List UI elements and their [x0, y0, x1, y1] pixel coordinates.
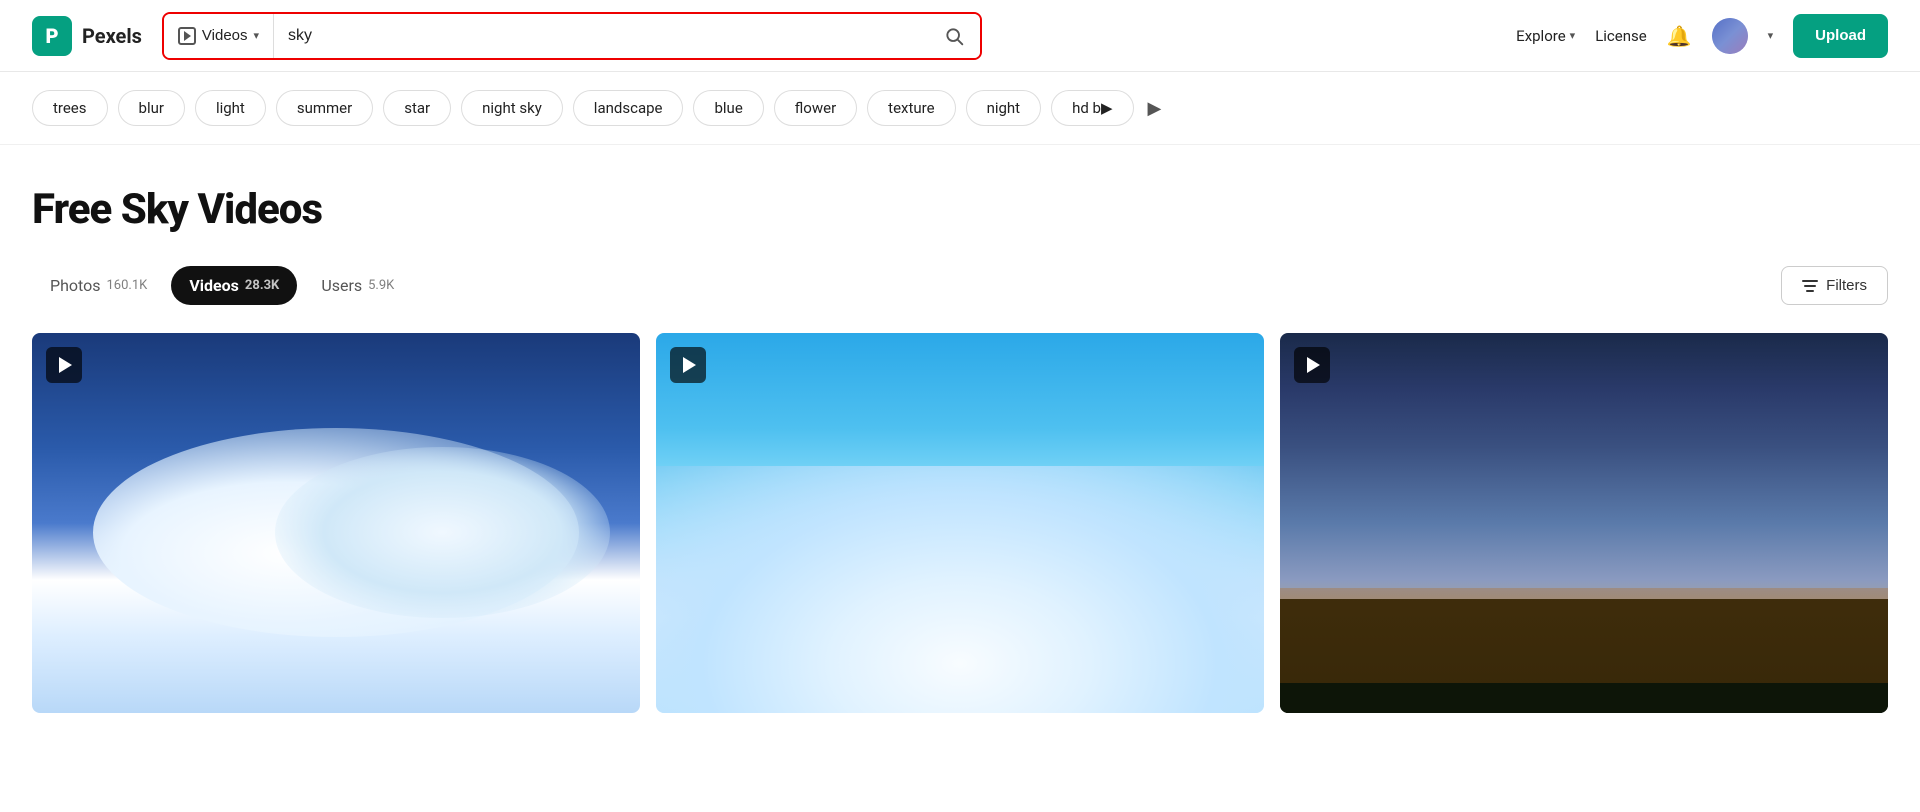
search-input[interactable]	[274, 27, 928, 45]
tab-photos[interactable]: Photos 160.1K	[32, 266, 165, 305]
tab-users-label: Users	[321, 276, 362, 295]
tab-videos[interactable]: Videos 28.3K	[171, 266, 297, 305]
tag-night-sky[interactable]: night sky	[461, 90, 563, 126]
tag-star[interactable]: star	[383, 90, 451, 126]
tag-texture[interactable]: texture	[867, 90, 955, 126]
search-type-label: Videos	[202, 27, 248, 44]
video-thumb-3	[1280, 333, 1888, 713]
tag-light[interactable]: light	[195, 90, 266, 126]
play-badge-2	[670, 347, 706, 383]
tag-blue[interactable]: blue	[693, 90, 763, 126]
tags-row: trees blur light summer star night sky l…	[0, 72, 1920, 145]
video-card-1[interactable]	[32, 333, 640, 713]
search-type-button[interactable]: Videos ▾	[164, 14, 274, 58]
notifications-bell-icon[interactable]: 🔔	[1667, 24, 1692, 48]
avatar-chevron-icon[interactable]: ▾	[1768, 29, 1774, 42]
video-thumb-1	[32, 333, 640, 713]
explore-link[interactable]: Explore ▾	[1516, 27, 1575, 45]
tab-videos-count: 28.3K	[245, 278, 279, 293]
logo-icon: P	[32, 16, 72, 56]
filters-icon	[1802, 280, 1818, 292]
page-title: Free Sky Videos	[32, 185, 1888, 234]
tag-landscape[interactable]: landscape	[573, 90, 684, 126]
video-card-2[interactable]	[656, 333, 1264, 713]
tab-users[interactable]: Users 5.9K	[303, 266, 412, 305]
search-icon	[944, 26, 964, 46]
tag-summer[interactable]: summer	[276, 90, 373, 126]
tab-photos-label: Photos	[50, 276, 101, 295]
video-type-icon	[178, 27, 196, 45]
tab-group: Photos 160.1K Videos 28.3K Users 5.9K	[32, 266, 412, 305]
tags-more-arrow-icon[interactable]: ▶	[1148, 98, 1162, 119]
search-bar: Videos ▾	[162, 12, 982, 60]
avatar[interactable]	[1712, 18, 1748, 54]
tag-flower[interactable]: flower	[774, 90, 857, 126]
nav-right: Explore ▾ License 🔔 ▾ Upload	[1516, 14, 1888, 58]
filters-label: Filters	[1826, 277, 1867, 294]
chevron-down-icon: ▾	[254, 29, 260, 42]
license-link[interactable]: License	[1595, 27, 1647, 45]
avatar-image	[1712, 18, 1748, 54]
tab-videos-label: Videos	[189, 276, 239, 295]
tab-users-count: 5.9K	[368, 278, 394, 293]
tabs-row: Photos 160.1K Videos 28.3K Users 5.9K Fi…	[32, 266, 1888, 305]
upload-button[interactable]: Upload	[1793, 14, 1888, 58]
logo-text: Pexels	[82, 24, 142, 48]
explore-chevron-icon: ▾	[1570, 29, 1576, 42]
logo[interactable]: P Pexels	[32, 16, 142, 56]
search-submit-button[interactable]	[928, 14, 980, 58]
tag-hd-b[interactable]: hd b▶	[1051, 90, 1133, 126]
video-grid	[32, 333, 1888, 713]
filters-button[interactable]: Filters	[1781, 266, 1888, 305]
play-badge-3	[1294, 347, 1330, 383]
header: P Pexels Videos ▾ Explore ▾ License 🔔	[0, 0, 1920, 72]
tag-trees[interactable]: trees	[32, 90, 108, 126]
tag-blur[interactable]: blur	[118, 90, 185, 126]
video-thumb-2	[656, 333, 1264, 713]
tab-photos-count: 160.1K	[107, 278, 148, 293]
play-badge-1	[46, 347, 82, 383]
video-card-3[interactable]	[1280, 333, 1888, 713]
main-content: Free Sky Videos Photos 160.1K Videos 28.…	[0, 145, 1920, 713]
tag-night[interactable]: night	[966, 90, 1042, 126]
